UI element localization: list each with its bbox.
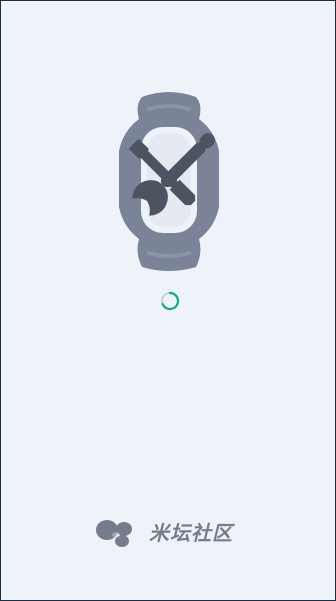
brand-name: 米坛社区: [149, 521, 233, 545]
splash-screen: 米坛社区: [0, 0, 336, 601]
spinner-icon: [161, 291, 180, 311]
loading-spinner: [160, 291, 180, 311]
mitan-logo-icon: [96, 520, 132, 547]
brand-footer: 米坛社区: [95, 515, 233, 551]
watch-repair-icon: [115, 89, 223, 271]
